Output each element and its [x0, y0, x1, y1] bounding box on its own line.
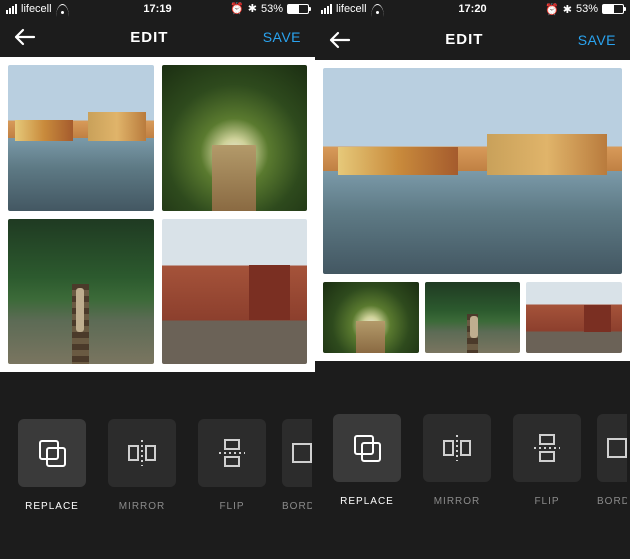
collage-tile-hero[interactable]: [323, 68, 622, 274]
tool-replace[interactable]: REPLACE: [12, 419, 92, 512]
battery-icon: [602, 4, 624, 14]
collage-canvas[interactable]: [315, 60, 630, 361]
tool-border[interactable]: BORDER: [597, 414, 627, 507]
back-button[interactable]: [329, 31, 351, 49]
collage-tile[interactable]: [162, 65, 308, 211]
tool-border[interactable]: BORDER: [282, 419, 312, 512]
tool-flip[interactable]: FLIP: [507, 414, 587, 507]
collage-canvas[interactable]: [0, 57, 315, 372]
tool-mirror[interactable]: MIRROR: [417, 414, 497, 507]
save-button[interactable]: SAVE: [578, 32, 616, 48]
flip-icon: [530, 431, 564, 465]
flip-icon: [215, 436, 249, 470]
battery-icon: [287, 4, 309, 14]
clock: 17:20: [315, 3, 630, 15]
tool-flip[interactable]: FLIP: [192, 419, 272, 512]
status-bar: lifecell 17:20 ⏰ ✱ 53%: [315, 0, 630, 19]
collage-tile[interactable]: [8, 219, 154, 365]
tool-mirror[interactable]: MIRROR: [102, 419, 182, 512]
tool-replace[interactable]: REPLACE: [327, 414, 407, 507]
dual-screenshot: lifecell 17:19 ⏰ ✱ 53% EDIT SAVE: [0, 0, 630, 559]
nav-bar: EDIT SAVE: [315, 19, 630, 60]
collage-tile[interactable]: [8, 65, 154, 211]
clock: 17:19: [0, 3, 315, 15]
collage-tile[interactable]: [323, 282, 419, 353]
save-button[interactable]: SAVE: [263, 29, 301, 45]
mirror-icon: [125, 436, 159, 470]
edit-toolbar: REPLACE MIRROR FLIP BORDER: [315, 361, 630, 559]
replace-icon: [35, 436, 69, 470]
collage-tile[interactable]: [425, 282, 521, 353]
screen-left: lifecell 17:19 ⏰ ✱ 53% EDIT SAVE: [0, 0, 315, 559]
collage-tile[interactable]: [526, 282, 622, 353]
collage-tile[interactable]: [162, 219, 308, 365]
status-bar: lifecell 17:19 ⏰ ✱ 53%: [0, 0, 315, 18]
nav-bar: EDIT SAVE: [0, 18, 315, 57]
page-title: EDIT: [36, 29, 263, 46]
page-title: EDIT: [351, 31, 578, 48]
border-icon: [290, 436, 312, 470]
edit-toolbar: REPLACE MIRROR FLIP BORDER: [0, 372, 315, 559]
mirror-icon: [440, 431, 474, 465]
replace-icon: [350, 431, 384, 465]
back-button[interactable]: [14, 28, 36, 46]
border-icon: [605, 431, 627, 465]
screen-right: lifecell 17:20 ⏰ ✱ 53% EDIT SAVE: [315, 0, 630, 559]
